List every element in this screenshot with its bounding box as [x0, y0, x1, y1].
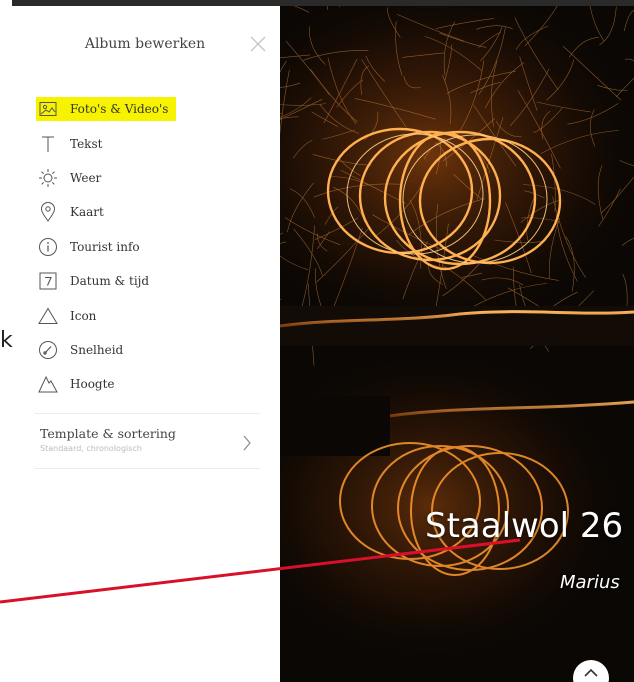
triangle-icon [38, 306, 58, 326]
template-title: Template & sortering [40, 426, 176, 441]
menu-item-label: Icon [70, 308, 97, 323]
menu-item-altitude[interactable]: Hoogte [38, 367, 268, 401]
menu-item-label: Tekst [70, 136, 103, 151]
mountain-icon [38, 374, 58, 394]
menu-item-label: Kaart [70, 205, 104, 220]
template-subtitle: Standaard, chronologisch [40, 444, 142, 453]
menu-item-date-time[interactable]: Datum & tijd [38, 264, 268, 298]
photo-icon [38, 99, 58, 119]
menu-item-text[interactable]: Tekst [38, 126, 268, 160]
divider [34, 468, 260, 469]
cropped-text: k [0, 328, 13, 353]
album-cover-photo: Staalwol 26 Marius [280, 6, 634, 682]
menu-item-weather[interactable]: Weer [38, 161, 268, 195]
divider [34, 413, 260, 414]
close-icon[interactable] [248, 34, 268, 54]
sun-icon [38, 168, 58, 188]
calendar-icon [38, 271, 58, 291]
menu-item-map[interactable]: Kaart [38, 195, 268, 229]
chevron-right-icon [242, 434, 252, 456]
panel-title: Album bewerken [84, 36, 206, 52]
menu-item-label: Datum & tijd [70, 274, 150, 289]
menu-item-tourist-info[interactable]: Tourist info [38, 230, 268, 264]
menu-item-speed[interactable]: Snelheid [38, 333, 268, 367]
menu-item-label: Weer [70, 170, 102, 185]
text-icon [38, 134, 58, 154]
map-pin-icon [38, 202, 58, 223]
menu-item-icon[interactable]: Icon [38, 298, 268, 332]
menu-list: Foto's & Video's Tekst Weer Kaart Touris… [36, 92, 268, 402]
menu-item-photos-videos[interactable]: Foto's & Video's [36, 92, 268, 126]
menu-item-label: Snelheid [70, 342, 124, 357]
album-author: Marius [560, 572, 620, 593]
menu-item-label: Tourist info [70, 239, 140, 254]
menu-item-label: Foto's & Video's [70, 102, 169, 117]
edit-album-panel: Album bewerken Foto's & Video's Tekst We… [0, 6, 280, 682]
album-title: Staalwol 26 [425, 506, 624, 546]
menu-item-label: Hoogte [70, 377, 115, 392]
speedometer-icon [38, 340, 58, 360]
info-icon [38, 237, 58, 257]
chevron-up-icon [584, 668, 598, 682]
template-sorting-row[interactable]: Template & sortering Standaard, chronolo… [40, 426, 260, 468]
